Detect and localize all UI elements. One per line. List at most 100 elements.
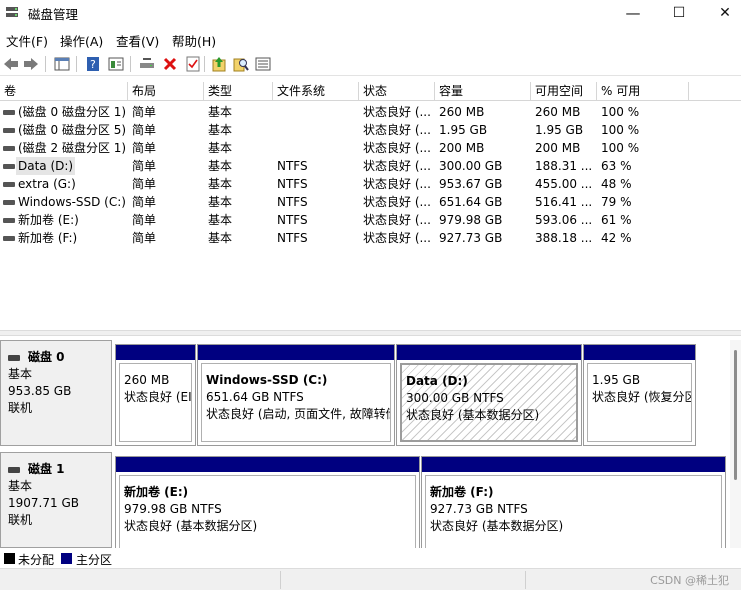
partition-windows-ssd-c[interactable]: Windows-SSD (C:) 651.64 GB NTFS 状态良好 (启动… <box>197 344 395 446</box>
partition-status: 状态良好 (基本数据分区) <box>124 519 258 533</box>
maximize-button[interactable]: ☐ <box>656 0 702 26</box>
volume-status: 状态良好 (... <box>363 123 431 137</box>
disk-state: 联机 <box>8 513 33 527</box>
column-header-type[interactable]: 类型 <box>204 82 273 101</box>
volume-row[interactable]: 新加卷 (E:) 简单 基本 NTFS 状态良好 (... 979.98 GB … <box>0 211 741 229</box>
primary-partition-bar <box>198 345 394 360</box>
partition-status: 状态良好 (基本数据分区) <box>430 519 564 533</box>
connect-drive-icon[interactable] <box>138 55 156 73</box>
delete-icon[interactable] <box>161 55 179 73</box>
menu-action[interactable]: 操作(A) <box>60 31 103 50</box>
volume-row[interactable]: (磁盘 0 磁盘分区 5) 简单 基本 状态良好 (... 1.95 GB 1.… <box>0 121 741 139</box>
volume-name: extra (G:) <box>18 177 76 191</box>
menu-help[interactable]: 帮助(H) <box>172 31 216 50</box>
volume-layout: 简单 <box>132 177 157 191</box>
volume-free-space: 260 MB <box>535 105 581 119</box>
volume-percent-free: 48 % <box>601 177 632 191</box>
partition-new-volume-f[interactable]: 新加卷 (F:) 927.73 GB NTFS 状态良好 (基本数据分区) <box>421 456 726 548</box>
partition-status: 状态良好 (EI <box>124 390 192 404</box>
back-arrow-icon[interactable] <box>2 55 20 73</box>
column-header-capacity[interactable]: 容量 <box>435 82 531 101</box>
volume-type: 基本 <box>208 177 233 191</box>
volume-free-space: 593.06 ... <box>535 213 593 227</box>
status-bar: CSDN @稀土犯 <box>0 568 741 590</box>
volume-filesystem: NTFS <box>277 231 308 245</box>
volume-percent-free: 100 % <box>601 141 640 155</box>
console-tree-icon[interactable] <box>53 55 71 73</box>
volume-layout: 简单 <box>132 105 157 119</box>
svg-text:?: ? <box>90 58 96 71</box>
partition-status: 状态良好 (恢复分区 <box>592 390 692 404</box>
volume-capacity: 979.98 GB <box>439 213 503 227</box>
volume-row[interactable]: (磁盘 2 磁盘分区 1) 简单 基本 状态良好 (... 200 MB 200… <box>0 139 741 157</box>
find-icon[interactable] <box>232 55 250 73</box>
column-header-free-space[interactable]: 可用空间 <box>531 82 597 101</box>
partition-title: Windows-SSD (C:) <box>206 373 328 387</box>
volume-type: 基本 <box>208 213 233 227</box>
minimize-button[interactable]: — <box>610 0 656 26</box>
list-view-icon[interactable] <box>254 55 272 73</box>
volume-icon <box>3 200 15 205</box>
partition-status: 状态良好 (启动, 页面文件, 故障转储 <box>206 407 391 421</box>
volume-row[interactable]: 新加卷 (F:) 简单 基本 NTFS 状态良好 (... 927.73 GB … <box>0 229 741 247</box>
volume-row[interactable]: (磁盘 0 磁盘分区 1) 简单 基本 状态良好 (... 260 MB 260… <box>0 103 741 121</box>
volume-percent-free: 79 % <box>601 195 632 209</box>
menu-file[interactable]: 文件(F) <box>6 31 48 50</box>
volume-name: Data (D:) <box>16 157 76 175</box>
primary-partition-bar <box>584 345 695 360</box>
volume-layout: 简单 <box>132 141 157 155</box>
graph-vertical-scrollbar[interactable] <box>730 340 741 548</box>
menu-view[interactable]: 查看(V) <box>116 31 159 50</box>
volume-type: 基本 <box>208 231 233 245</box>
volume-icon <box>3 128 15 133</box>
toolbar: ? <box>0 52 741 76</box>
primary-partition-swatch <box>61 553 72 564</box>
primary-partition-bar <box>397 345 581 360</box>
volume-percent-free: 63 % <box>601 159 632 173</box>
volume-percent-free: 100 % <box>601 105 640 119</box>
volume-row[interactable]: extra (G:) 简单 基本 NTFS 状态良好 (... 953.67 G… <box>0 175 741 193</box>
partition-data-d[interactable]: Data (D:) 300.00 GB NTFS 状态良好 (基本数据分区) <box>396 344 582 446</box>
partition-efi[interactable]: 260 MB 状态良好 (EI <box>115 344 196 446</box>
export-list-icon[interactable] <box>210 55 228 73</box>
properties-icon[interactable] <box>184 55 202 73</box>
volume-filesystem: NTFS <box>277 195 308 209</box>
disk-size: 1907.71 GB <box>8 496 79 510</box>
disk-0-label[interactable]: 磁盘 0 基本 953.85 GB 联机 <box>0 340 112 446</box>
volume-name: Windows-SSD (C:) <box>18 195 126 209</box>
volume-capacity: 260 MB <box>439 105 485 119</box>
unallocated-swatch <box>4 553 15 564</box>
volume-status: 状态良好 (... <box>363 159 431 173</box>
volume-capacity: 953.67 GB <box>439 177 503 191</box>
partition-recovery[interactable]: 1.95 GB 状态良好 (恢复分区 <box>583 344 696 446</box>
window-title: 磁盘管理 <box>28 7 79 22</box>
forward-arrow-icon[interactable] <box>22 55 40 73</box>
column-header-volume[interactable]: 卷 <box>0 82 128 101</box>
show-hide-icon[interactable] <box>107 55 125 73</box>
disk-size: 953.85 GB <box>8 384 72 398</box>
volume-name: 新加卷 (E:) <box>18 213 79 227</box>
volume-row[interactable]: Windows-SSD (C:) 简单 基本 NTFS 状态良好 (... 65… <box>0 193 741 211</box>
volume-free-space: 455.00 ... <box>535 177 593 191</box>
disk-1-label[interactable]: 磁盘 1 基本 1907.71 GB 联机 <box>0 452 112 548</box>
partition-new-volume-e[interactable]: 新加卷 (E:) 979.98 GB NTFS 状态良好 (基本数据分区) <box>115 456 420 548</box>
column-header-status[interactable]: 状态 <box>359 82 435 101</box>
volume-name: (磁盘 2 磁盘分区 1) <box>18 141 127 155</box>
legend-primary-partition: 主分区 <box>76 553 113 567</box>
close-button[interactable]: ✕ <box>702 0 741 26</box>
help-icon[interactable]: ? <box>84 55 102 73</box>
volume-capacity: 200 MB <box>439 141 485 155</box>
column-header-percent-free[interactable]: % 可用 <box>597 82 689 101</box>
volume-icon <box>3 182 15 187</box>
partition-size: 979.98 GB NTFS <box>124 502 222 516</box>
volume-status: 状态良好 (... <box>363 213 431 227</box>
scrollbar-thumb[interactable] <box>734 350 737 480</box>
volume-row[interactable]: Data (D:) 简单 基本 NTFS 状态良好 (... 300.00 GB… <box>0 157 741 175</box>
disk-graph-view: 磁盘 0 基本 953.85 GB 联机 260 MB 状态良好 (EI Win… <box>0 336 741 548</box>
column-header-filesystem[interactable]: 文件系统 <box>273 82 359 101</box>
column-header-layout[interactable]: 布局 <box>128 82 204 101</box>
volume-layout: 简单 <box>132 195 157 209</box>
disk-kind: 基本 <box>8 367 33 381</box>
volume-name: (磁盘 0 磁盘分区 5) <box>18 123 127 137</box>
disk-icon <box>8 466 20 473</box>
